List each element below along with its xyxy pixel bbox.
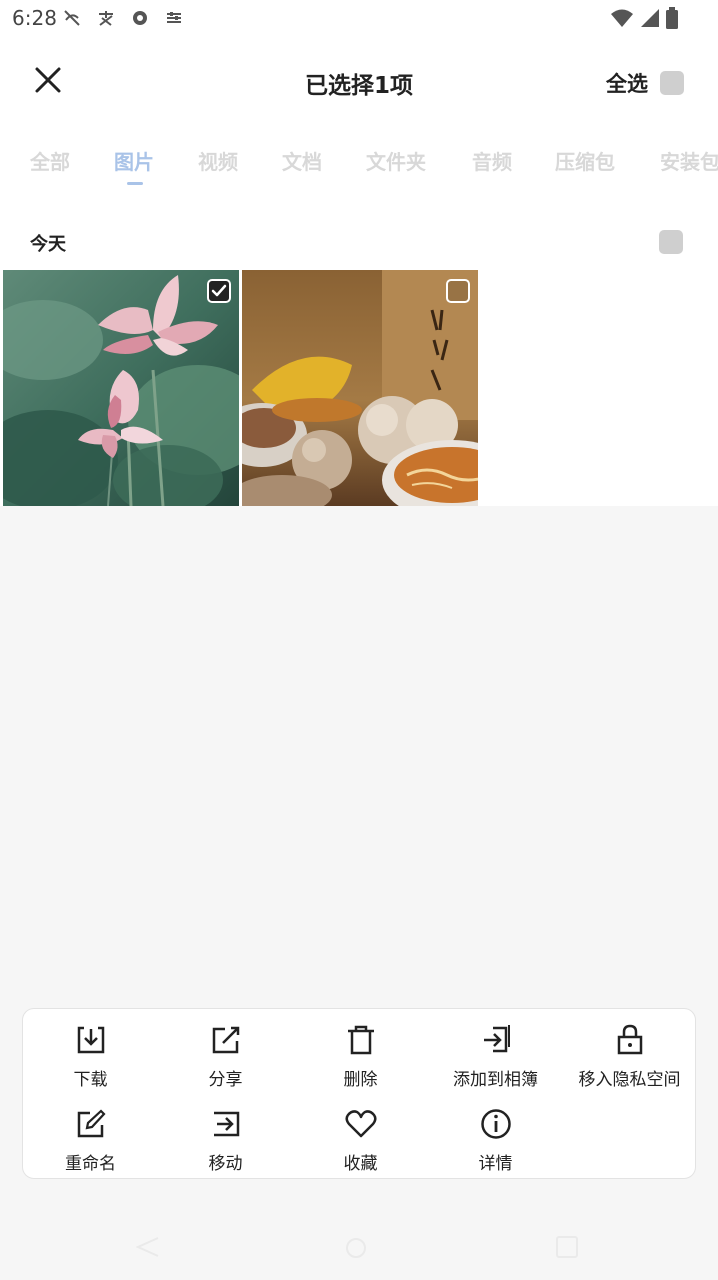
- notification-icon: [62, 8, 82, 28]
- tab-audio[interactable]: 音频: [472, 146, 512, 175]
- share-icon: [212, 1026, 239, 1054]
- tab-documents[interactable]: 文档: [282, 146, 322, 175]
- tab-folders[interactable]: 文件夹: [366, 146, 426, 175]
- share-button[interactable]: 分享: [158, 1013, 293, 1090]
- notification-icons: [62, 8, 184, 28]
- back-icon[interactable]: [136, 1236, 160, 1258]
- info-icon: [480, 1109, 511, 1139]
- photo-thumbnail[interactable]: [3, 270, 239, 506]
- heart-icon: [344, 1110, 377, 1138]
- photo-checkbox-checked[interactable]: [207, 279, 231, 303]
- move-to-private-space-button[interactable]: 移入隐私空间: [562, 1013, 697, 1090]
- section-select-checkbox[interactable]: [659, 230, 683, 254]
- details-label: 详情: [478, 1154, 513, 1174]
- add-to-album-button[interactable]: 添加到相簿: [428, 1013, 563, 1090]
- tab-all[interactable]: 全部: [30, 146, 70, 175]
- favorite-label: 收藏: [343, 1154, 378, 1174]
- add-to-album-label: 添加到相簿: [453, 1070, 538, 1090]
- move-to-private-space-label: 移入隐私空间: [578, 1070, 681, 1090]
- download-icon: [77, 1026, 104, 1054]
- rename-icon: [77, 1109, 106, 1138]
- tab-images[interactable]: 图片: [114, 146, 154, 175]
- tab-installers[interactable]: 安装包: [660, 146, 718, 175]
- delete-label: 删除: [343, 1070, 378, 1090]
- favorite-button[interactable]: 收藏: [293, 1097, 428, 1174]
- battery-icon: [666, 7, 678, 29]
- trash-icon: [347, 1025, 374, 1055]
- selection-header: 已选择1项 全选: [0, 40, 718, 124]
- lock-icon: [617, 1024, 642, 1055]
- select-all-toggle[interactable]: 全选: [606, 68, 684, 98]
- tab-archives[interactable]: 压缩包: [555, 146, 615, 175]
- section-date-label: 今天: [30, 234, 66, 255]
- signal-icon: [641, 9, 659, 27]
- rename-label: 重命名: [65, 1154, 116, 1174]
- active-tab-indicator: [127, 182, 143, 185]
- add-to-album-icon: [483, 1025, 510, 1053]
- notification-icon: [130, 8, 150, 28]
- photo-checkbox[interactable]: [446, 279, 470, 303]
- select-all-label: 全选: [606, 72, 648, 96]
- checkmark-icon: [211, 284, 227, 297]
- download-button[interactable]: 下载: [23, 1013, 158, 1090]
- share-label: 分享: [208, 1070, 243, 1090]
- dumplings-photo: [242, 270, 478, 506]
- notification-icon: [96, 8, 116, 28]
- move-label: 移动: [208, 1154, 243, 1174]
- move-icon: [213, 1111, 239, 1137]
- details-button[interactable]: 详情: [428, 1097, 563, 1174]
- date-section-header: 今天: [0, 222, 718, 262]
- photo-thumbnail[interactable]: [242, 270, 478, 506]
- rename-button[interactable]: 重命名: [23, 1097, 158, 1174]
- system-navigation-bar: [0, 1200, 718, 1280]
- wifi-icon: [611, 9, 633, 27]
- select-all-checkbox[interactable]: [660, 71, 684, 95]
- move-button[interactable]: 移动: [158, 1097, 293, 1174]
- delete-button[interactable]: 删除: [293, 1013, 428, 1090]
- tab-videos[interactable]: 视频: [198, 146, 238, 175]
- status-bar: 6:28: [0, 0, 718, 36]
- status-time: 6:28: [12, 6, 57, 30]
- recent-apps-icon[interactable]: [556, 1236, 578, 1258]
- download-label: 下载: [73, 1070, 108, 1090]
- system-icons: [610, 7, 678, 29]
- settings-sliders-icon: [164, 8, 184, 28]
- lotus-photo: [3, 270, 239, 506]
- category-tabs: 全部 图片 视频 文档 文件夹 音频 压缩包 安装包: [0, 138, 718, 198]
- home-icon[interactable]: [346, 1238, 366, 1258]
- bottom-action-panel: 下载 分享 删除 添加到相簿 移入隐私空间 重命名 移动 收藏 详情: [22, 1008, 696, 1179]
